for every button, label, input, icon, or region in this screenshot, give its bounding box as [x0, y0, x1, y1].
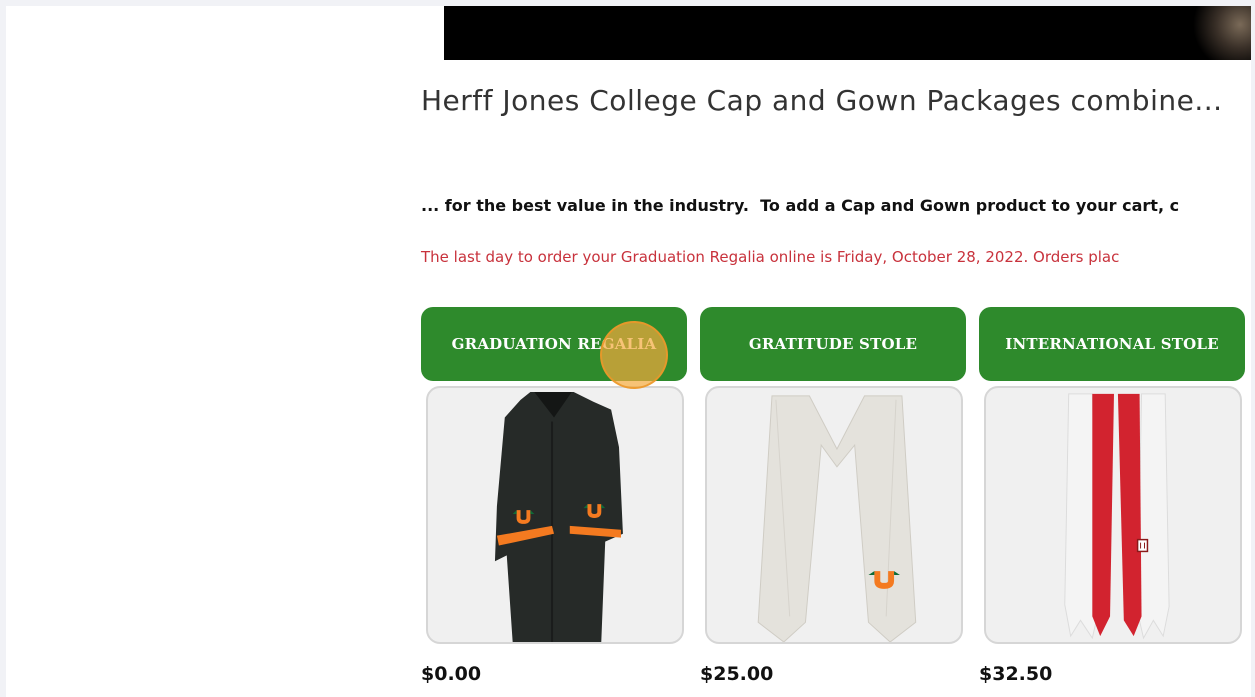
- product-card-international-stole: INTERNATIONAL STOLE $32.50: [979, 307, 1245, 685]
- graduation-regalia-button[interactable]: GRADUATION REGALIA: [421, 307, 687, 381]
- gratitude-stole-price: $25.00: [700, 663, 774, 685]
- product-card-graduation-regalia: GRADUATION REGALIA $0.00: [421, 307, 687, 685]
- graduation-regalia-price: $0.00: [421, 663, 482, 685]
- page-viewport: Herff Jones College Cap and Gown Package…: [6, 6, 1251, 697]
- page-headline: Herff Jones College Cap and Gown Package…: [421, 84, 1223, 117]
- hero-banner-figure: [1191, 6, 1251, 60]
- hero-banner-image: [444, 6, 1251, 60]
- international-stole-price: $32.50: [979, 663, 1053, 685]
- international-stole-button[interactable]: INTERNATIONAL STOLE: [979, 307, 1245, 381]
- intro-text: ... for the best value in the industry. …: [421, 196, 1180, 215]
- gratitude-stole-image[interactable]: [705, 386, 963, 644]
- order-deadline-notice: The last day to order your Graduation Re…: [421, 248, 1120, 266]
- red-white-stole-icon: [1064, 393, 1170, 640]
- international-stole-image[interactable]: [984, 386, 1242, 644]
- white-stole-icon: [757, 395, 917, 642]
- graduation-regalia-image[interactable]: [426, 386, 684, 644]
- gratitude-stole-button[interactable]: GRATITUDE STOLE: [700, 307, 966, 381]
- graduation-gown-icon: [494, 391, 623, 642]
- product-card-gratitude-stole: GRATITUDE STOLE $25.00: [700, 307, 966, 685]
